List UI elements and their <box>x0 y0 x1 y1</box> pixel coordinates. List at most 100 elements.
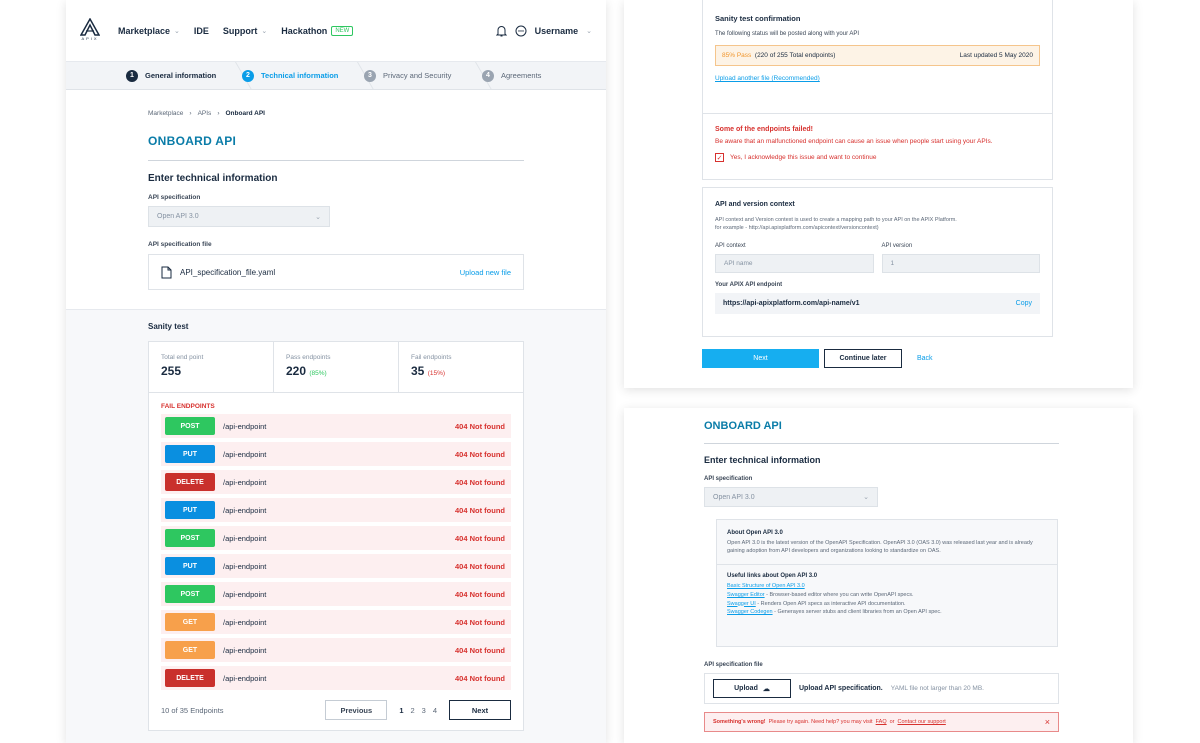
endpoint-status: 404 Not found <box>455 645 505 655</box>
step-general[interactable]: 1 General information <box>66 62 252 89</box>
spec-label: API specification <box>148 194 201 201</box>
faq-link[interactable]: FAQ <box>876 719 887 725</box>
fail-warning-title: Some of the endpoints failed! <box>715 126 814 133</box>
step-label: Technical information <box>261 71 339 80</box>
copy-button[interactable]: Copy <box>1016 300 1032 307</box>
file-name: API_specification_file.yaml <box>180 267 276 277</box>
username[interactable]: Username <box>535 26 579 36</box>
page-4[interactable]: 4 <box>433 706 437 715</box>
nav-hackathon[interactable]: Hackathon NEW <box>281 25 354 36</box>
nav-ide[interactable]: IDE <box>194 26 209 36</box>
previous-button[interactable]: Previous <box>325 700 388 720</box>
fail-endpoint-row: PUT/api-endpoint 404 Not found <box>161 554 511 578</box>
next-page-button[interactable]: Next <box>449 700 511 720</box>
continue-later-button[interactable]: Continue later <box>824 349 902 368</box>
breadcrumb-current: Onboard API <box>225 110 265 117</box>
left-panel: APIX Marketplace ⌄ IDE Support ⌄ Hackathon… <box>66 0 606 743</box>
step-agreements[interactable]: 4 Agreements <box>482 62 565 89</box>
spec-select[interactable]: Open API 3.0 ⌄ <box>704 487 878 507</box>
breadcrumb-marketplace[interactable]: Marketplace <box>148 110 183 117</box>
step-number: 3 <box>364 69 376 82</box>
error-or: or <box>889 719 895 725</box>
link-swagger-editor[interactable]: Swagger Editor <box>727 592 765 598</box>
method-badge: GET <box>165 641 215 659</box>
chat-icon[interactable] <box>515 25 527 37</box>
upload-label: API specification file <box>704 662 763 668</box>
right-bottom-panel: ONBOARD API Enter technical information … <box>624 408 1133 743</box>
upload-another-link[interactable]: Upload another file (Recommended) <box>715 75 1040 82</box>
page-2[interactable]: 2 <box>410 706 414 715</box>
upload-new-file-link[interactable]: Upload new file <box>460 268 511 277</box>
pass-percent: 85% Pass <box>722 52 752 59</box>
support-link[interactable]: Contact our support <box>898 719 946 725</box>
step-number: 4 <box>482 69 494 82</box>
fail-endpoint-row: DELETE/api-endpoint 404 Not found <box>161 666 511 690</box>
api-version-input[interactable]: 1 <box>881 254 1040 273</box>
endpoint-status: 404 Not found <box>455 505 505 515</box>
endpoint-url: https://api-apixplatform.com/api-name/v1 <box>723 300 860 307</box>
spec-file-label: API specification file <box>148 241 212 248</box>
fail-endpoint-row: GET/api-endpoint 404 Not found <box>161 638 511 662</box>
close-icon[interactable]: × <box>1045 717 1050 727</box>
sanity-card: Total end point 255 Pass endpoints 220 (85… <box>148 341 524 731</box>
method-badge: PUT <box>165 557 215 575</box>
endpoint-status: 404 Not found <box>455 589 505 599</box>
step-number: 1 <box>126 69 138 82</box>
link-basic-structure[interactable]: Basic Structure of Open API 3.0 <box>727 583 805 589</box>
spec-select[interactable]: Open API 3.0 ⌄ <box>148 206 330 227</box>
step-technical[interactable]: 2 Technical information <box>242 62 374 89</box>
upload-title: Upload API specification. <box>799 685 883 692</box>
context-title: API and version context <box>715 201 795 208</box>
upload-button[interactable]: Upload ☁ <box>713 679 791 698</box>
apix-logo[interactable]: APIX <box>80 17 100 44</box>
spec-value: Open API 3.0 <box>157 213 199 220</box>
page-3[interactable]: 3 <box>422 706 426 715</box>
pass-detail: (220 of 255 Total endpoints) <box>754 52 836 59</box>
acknowledge-checkbox[interactable]: ✓ <box>715 153 724 162</box>
ver-label: API version <box>881 243 913 249</box>
endpoint-status: 404 Not found <box>455 673 505 683</box>
pass-status-bar: 85% Pass (220 of 255 Total endpoints) La… <box>715 45 1040 66</box>
link-desc: - Browser-based editor where you can wri… <box>766 591 914 598</box>
chevron-down-icon: ⌄ <box>863 494 869 501</box>
breadcrumb: Marketplace › APIs › Onboard API <box>148 110 265 117</box>
section-title: Enter technical information <box>704 455 821 465</box>
endpoint-path: /api-endpoint <box>223 673 267 683</box>
fail-endpoint-row: PUT/api-endpoint 404 Not found <box>161 498 511 522</box>
fail-endpoint-row: GET/api-endpoint 404 Not found <box>161 610 511 634</box>
upload-button-label: Upload <box>734 685 758 692</box>
sanity-title: Sanity test <box>148 322 189 331</box>
endpoint-status: 404 Not found <box>455 561 505 571</box>
spec-file-box: API_specification_file.yaml Upload new f… <box>148 254 524 290</box>
links-title: Useful links about Open API 3.0 <box>727 572 818 579</box>
error-strong: Something's wrong! <box>713 719 766 725</box>
next-button[interactable]: Next <box>702 349 819 368</box>
spec-label: API specification <box>704 476 753 482</box>
fail-endpoint-row: POST/api-endpoint 404 Not found <box>161 414 511 438</box>
nav-support[interactable]: Support ⌄ <box>223 26 267 36</box>
stat-label: Total end point <box>161 354 204 361</box>
chevron-down-icon[interactable]: ⌄ <box>586 27 592 35</box>
page-1[interactable]: 1 <box>399 706 403 715</box>
right-top-panel: Sanity test confirmation The following s… <box>624 0 1133 388</box>
breadcrumb-apis[interactable]: APIs <box>198 110 212 117</box>
confirm-desc: The following status will be posted alon… <box>715 31 860 37</box>
endpoint-path: /api-endpoint <box>223 449 267 459</box>
link-swagger-codegen[interactable]: Swagger Codegen <box>727 609 773 615</box>
step-privacy[interactable]: 3 Privacy and Security <box>364 62 492 89</box>
method-badge: PUT <box>165 501 215 519</box>
confirm-title: Sanity test confirmation <box>715 14 801 23</box>
nav-label: Marketplace <box>118 25 171 36</box>
bell-icon[interactable] <box>495 25 507 37</box>
link-swagger-ui[interactable]: Swagger UI <box>727 601 756 607</box>
fail-endpoint-list: POST/api-endpoint 404 Not found PUT/api-en… <box>149 414 523 690</box>
sanity-confirmation-box: Sanity test confirmation The following s… <box>702 0 1053 113</box>
endpoint-label: Your APIX API endpoint <box>715 282 783 288</box>
stat-value: 220 <box>286 364 307 378</box>
nav-marketplace[interactable]: Marketplace ⌄ <box>118 26 180 36</box>
logo-text: APIX <box>81 35 99 41</box>
stat-pass: Pass endpoints 220 (85%) <box>274 342 399 392</box>
back-link[interactable]: Back <box>917 355 933 362</box>
api-context-input[interactable]: API name <box>715 254 874 273</box>
last-updated: Last updated 5 May 2020 <box>959 52 1033 59</box>
